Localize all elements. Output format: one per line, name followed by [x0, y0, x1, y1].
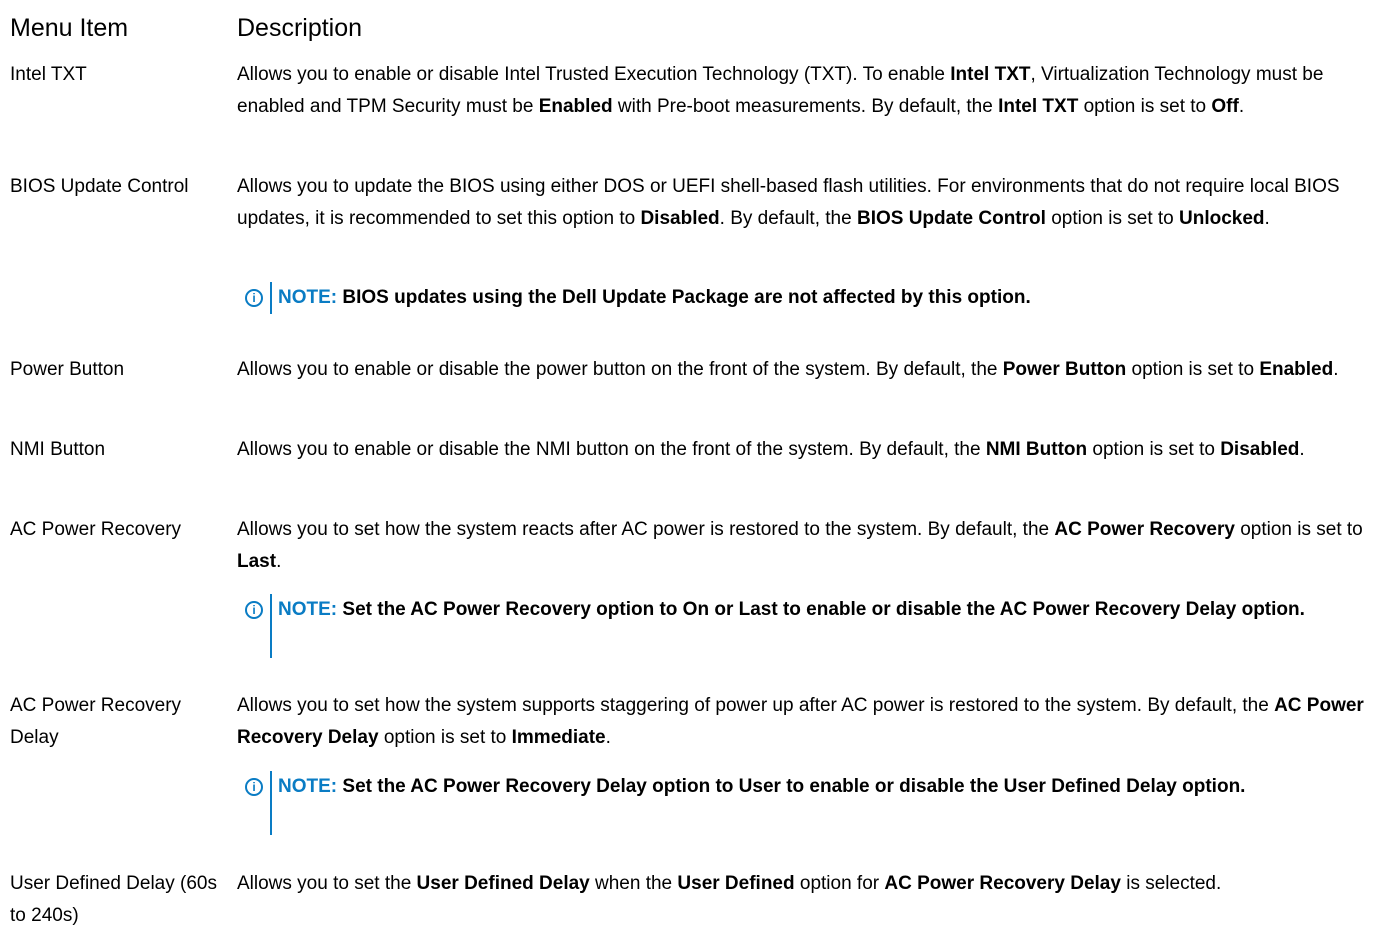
row-description: Allows you to enable or disable the NMI … [237, 434, 1381, 466]
info-icon: i [245, 778, 263, 796]
row-description: Allows you to set the User Defined Delay… [237, 868, 1381, 900]
desc-text: option for [794, 873, 885, 894]
desc-bold: NMI Button [985, 439, 1088, 460]
desc-text: Allows you to set how the system support… [237, 695, 1275, 716]
info-icon: i [245, 601, 263, 619]
row-label: NMI Button [10, 439, 106, 460]
desc-text: . [1264, 208, 1270, 229]
document-page: Menu Item Description Intel TXT Allows y… [0, 0, 1381, 926]
note-box: i NOTE: Set the AC Power Recovery option… [245, 594, 1365, 658]
note-box: i NOTE: Set the AC Power Recovery Delay … [245, 771, 1365, 835]
desc-text: Allows you to enable or disable Intel Tr… [237, 64, 951, 85]
row-label: BIOS Update Control [10, 176, 189, 197]
desc-bold: Last [237, 551, 277, 572]
desc-bold: User Defined Delay [416, 873, 590, 894]
desc-text: with Pre-boot measurements. By default, … [612, 96, 999, 117]
desc-bold: User Defined [677, 873, 795, 894]
note-prefix: NOTE: [278, 287, 338, 308]
desc-text: option is set to [1045, 208, 1179, 229]
note-prefix: NOTE: [278, 776, 338, 797]
info-icon: i [245, 289, 263, 307]
desc-text: Allows you to set how the system reacts … [237, 519, 1055, 540]
row-label: Power Button [10, 359, 125, 380]
desc-text: option is set to [1234, 519, 1363, 540]
header-menu-item: Menu Item [10, 14, 129, 42]
desc-bold: Immediate [511, 727, 606, 748]
desc-bold: Enabled [1259, 359, 1334, 380]
desc-text: . [1333, 359, 1339, 380]
desc-text: is selected. [1120, 873, 1222, 894]
desc-text: when the [589, 873, 678, 894]
row-description: Allows you to enable or disable the powe… [237, 354, 1381, 386]
desc-bold: Enabled [538, 96, 613, 117]
row-description: Allows you to update the BIOS using eith… [237, 171, 1381, 235]
row-label: AC Power Recovery Delay [10, 695, 182, 748]
note-divider [270, 594, 272, 658]
row-label: AC Power Recovery [10, 519, 182, 540]
row-label: User Defined Delay (60s to 240s) [10, 873, 217, 926]
row-description: Allows you to set how the system reacts … [237, 514, 1381, 578]
desc-bold: BIOS Update Control [856, 208, 1046, 229]
desc-text: . By default, the [719, 208, 857, 229]
note-body: Set the AC Power Recovery option to On o… [342, 599, 1305, 620]
note-box: i NOTE: BIOS updates using the Dell Upda… [245, 282, 1365, 314]
desc-text: Allows you to enable or disable the NMI … [237, 439, 986, 460]
desc-bold: Power Button [1002, 359, 1127, 380]
desc-text: option is set to [1087, 439, 1221, 460]
note-divider [270, 282, 272, 314]
desc-text: Allows you to enable or disable the powe… [237, 359, 1003, 380]
desc-bold: Intel TXT [998, 96, 1079, 117]
note-body: BIOS updates using the Dell Update Packa… [342, 287, 1031, 308]
desc-bold: Disabled [1220, 439, 1300, 460]
desc-bold: Off [1211, 96, 1239, 117]
header-description: Description [237, 14, 363, 42]
row-description: Allows you to set how the system support… [237, 690, 1381, 754]
desc-bold: Unlocked [1179, 208, 1265, 229]
note-text: NOTE: Set the AC Power Recovery option t… [278, 594, 1368, 626]
row-description: Allows you to enable or disable Intel Tr… [237, 59, 1381, 123]
table-header: Menu Item Description [10, 10, 1381, 46]
desc-bold: Intel TXT [950, 64, 1031, 85]
desc-text: option is set to [378, 727, 512, 748]
desc-text: . [1299, 439, 1305, 460]
desc-text: . [605, 727, 611, 748]
note-text: NOTE: Set the AC Power Recovery Delay op… [278, 771, 1368, 803]
desc-bold: AC Power Recovery Delay [884, 873, 1121, 894]
note-text: NOTE: BIOS updates using the Dell Update… [278, 282, 1368, 314]
row-label: Intel TXT [10, 64, 87, 85]
note-prefix: NOTE: [278, 599, 338, 620]
desc-text: . [276, 551, 282, 572]
desc-text: Allows you to set the [237, 873, 417, 894]
note-body: Set the AC Power Recovery Delay option t… [342, 776, 1246, 797]
desc-bold: AC Power Recovery [1054, 519, 1235, 540]
desc-bold: Disabled [640, 208, 720, 229]
desc-text: . [1238, 96, 1245, 117]
desc-text: option is set to [1078, 96, 1212, 117]
desc-text: option is set to [1126, 359, 1260, 380]
note-divider [270, 771, 272, 835]
